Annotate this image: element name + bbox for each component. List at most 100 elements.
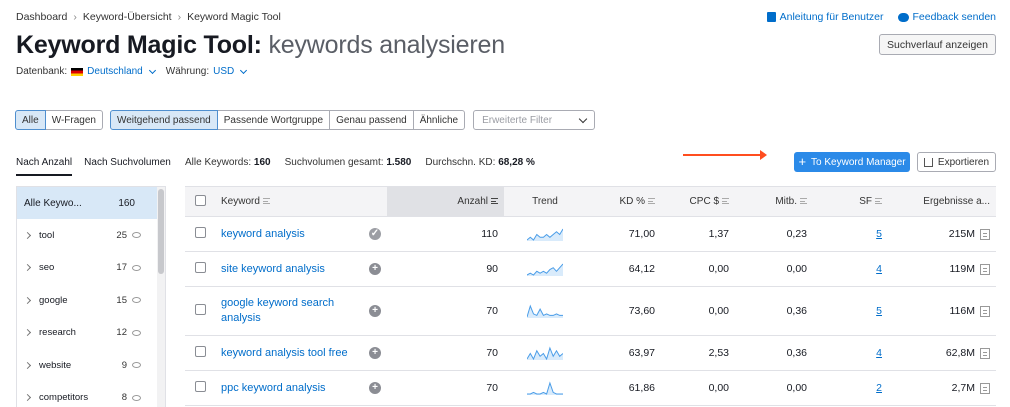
table-row: site keyword analysis +90 64,12 0,00 0,00 4 11… — [185, 251, 996, 287]
sort-icon — [491, 198, 498, 205]
sidebar-item-count: 25 — [116, 229, 127, 241]
keyword-cell: ppc keyword analysis + — [215, 370, 387, 406]
filter-all[interactable]: Alle — [15, 110, 46, 130]
check-icon[interactable]: ✓ — [369, 228, 381, 240]
column-mitb[interactable]: Mitb. — [735, 186, 813, 217]
manual-link-label: Anleitung für Benutzer — [779, 11, 884, 23]
chevron-down-icon[interactable] — [148, 66, 156, 74]
chevron-right-icon[interactable] — [23, 296, 32, 304]
sidebar-sort-tabs: Nach Anzahl Nach Suchvolumen — [16, 157, 171, 176]
keyword-link[interactable]: google keyword search analysis — [221, 296, 369, 326]
add-icon[interactable]: + — [369, 305, 381, 317]
sf-link[interactable]: 4 — [876, 347, 882, 359]
column-cpc[interactable]: CPC $ — [661, 186, 735, 217]
sidebar-item-website[interactable]: website 9 — [17, 349, 165, 382]
column-kd[interactable]: KD % — [586, 186, 661, 217]
eye-icon[interactable] — [132, 362, 141, 369]
chevron-right-icon[interactable] — [23, 231, 32, 239]
tab-by-count[interactable]: Nach Anzahl — [16, 157, 73, 176]
row-checkbox-cell — [185, 216, 215, 252]
eye-icon[interactable] — [132, 297, 141, 304]
kd-cell: 61,86 — [586, 370, 661, 406]
sidebar-item-google[interactable]: google 15 — [17, 284, 165, 317]
sf-cell: 2 — [813, 370, 888, 406]
add-icon[interactable]: + — [369, 382, 381, 394]
chat-icon — [897, 12, 909, 22]
trend-cell — [504, 335, 586, 371]
keyword-link[interactable]: site keyword analysis — [221, 262, 325, 277]
chevron-down-icon[interactable] — [240, 66, 248, 74]
breadcrumb-item[interactable]: Dashboard — [16, 11, 67, 23]
sidebar-item-seo[interactable]: seo 17 — [17, 252, 165, 285]
chevron-right-icon[interactable] — [23, 264, 32, 272]
sidebar-scrollbar[interactable] — [157, 187, 165, 407]
kd-cell: 73,60 — [586, 286, 661, 336]
keyword-manager-button[interactable]: + To Keyword Manager — [794, 152, 910, 172]
serp-document-icon[interactable] — [980, 305, 990, 317]
anzahl-cell: 70 — [387, 370, 504, 406]
eye-icon[interactable] — [132, 394, 141, 401]
serp-document-icon[interactable] — [980, 382, 990, 394]
keyword-link[interactable]: keyword analysis — [221, 227, 305, 242]
keyword-manager-label: To Keyword Manager — [811, 156, 906, 168]
sidebar-item-tool[interactable]: tool 25 — [17, 219, 165, 252]
sf-link[interactable]: 5 — [876, 228, 882, 240]
eye-icon[interactable] — [132, 329, 141, 336]
sidebar-item-research[interactable]: research 12 — [17, 317, 165, 350]
serp-document-icon[interactable] — [980, 263, 990, 275]
feedback-link[interactable]: Feedback senden — [897, 11, 996, 23]
row-checkbox[interactable] — [194, 262, 206, 273]
tab-by-volume[interactable]: Nach Suchvolumen — [84, 157, 171, 176]
mitb-cell: 0,36 — [735, 335, 813, 371]
column-results[interactable]: Ergebnisse a... — [888, 186, 996, 217]
chevron-right-icon: › — [73, 11, 77, 23]
sidebar-scroll-thumb[interactable] — [158, 189, 164, 274]
sf-cell: 5 — [813, 216, 888, 252]
history-button[interactable]: Suchverlauf anzeigen — [879, 34, 996, 55]
column-sf[interactable]: SF — [813, 186, 888, 217]
sf-link[interactable]: 4 — [876, 263, 882, 275]
filter-questions[interactable]: W-Fragen — [44, 110, 103, 130]
breadcrumb-item[interactable]: Keyword-Übersicht — [83, 11, 172, 23]
filter-broad-match[interactable]: Weitgehend passend — [109, 110, 218, 130]
column-keyword[interactable]: Keyword — [215, 186, 387, 217]
keyword-link[interactable]: keyword analysis tool free — [221, 346, 348, 361]
sidebar-item-all[interactable]: Alle Keywo... 160 — [17, 187, 165, 219]
filter-exact-match[interactable]: Genau passend — [329, 110, 414, 130]
sort-icon — [875, 198, 882, 205]
select-all-checkbox[interactable] — [194, 194, 206, 206]
mitb-cell: 0,00 — [735, 251, 813, 287]
chevron-right-icon[interactable] — [23, 329, 32, 337]
chevron-right-icon[interactable] — [23, 394, 32, 402]
currency-value[interactable]: USD — [213, 66, 234, 77]
sf-link[interactable]: 2 — [876, 382, 882, 394]
row-checkbox[interactable] — [194, 381, 206, 392]
database-value[interactable]: Deutschland — [87, 66, 143, 77]
advanced-filters-dropdown[interactable]: Erweiterte Filter — [473, 110, 596, 130]
row-checkbox[interactable] — [194, 227, 206, 238]
serp-document-icon[interactable] — [980, 347, 990, 359]
row-checkbox-cell — [185, 286, 215, 336]
sidebar-item-count: 12 — [116, 327, 127, 339]
row-checkbox[interactable] — [194, 346, 206, 357]
trend-sparkline — [527, 304, 563, 318]
serp-document-icon[interactable] — [980, 228, 990, 240]
chevron-right-icon[interactable] — [23, 361, 32, 369]
eye-icon[interactable] — [132, 232, 141, 239]
sf-link[interactable]: 5 — [876, 305, 882, 317]
page-title-main: Keyword Magic Tool: — [16, 31, 262, 59]
export-button[interactable]: Exportieren — [917, 152, 996, 172]
sidebar-item-competitors[interactable]: competitors 8 — [17, 382, 165, 407]
row-checkbox[interactable] — [194, 304, 206, 315]
eye-icon[interactable] — [132, 264, 141, 271]
sidebar-item-label: competitors — [39, 392, 89, 404]
results-value: 116M — [949, 305, 976, 317]
column-anzahl[interactable]: Anzahl — [387, 186, 504, 217]
filter-phrase-match[interactable]: Passende Wortgruppe — [216, 110, 331, 130]
filter-related[interactable]: Ähnliche — [412, 110, 466, 130]
keyword-link[interactable]: ppc keyword analysis — [221, 381, 326, 396]
add-icon[interactable]: + — [369, 347, 381, 359]
manual-link[interactable]: Anleitung für Benutzer — [766, 11, 884, 23]
add-icon[interactable]: + — [369, 263, 381, 275]
currency-label: Währung: — [165, 66, 210, 77]
